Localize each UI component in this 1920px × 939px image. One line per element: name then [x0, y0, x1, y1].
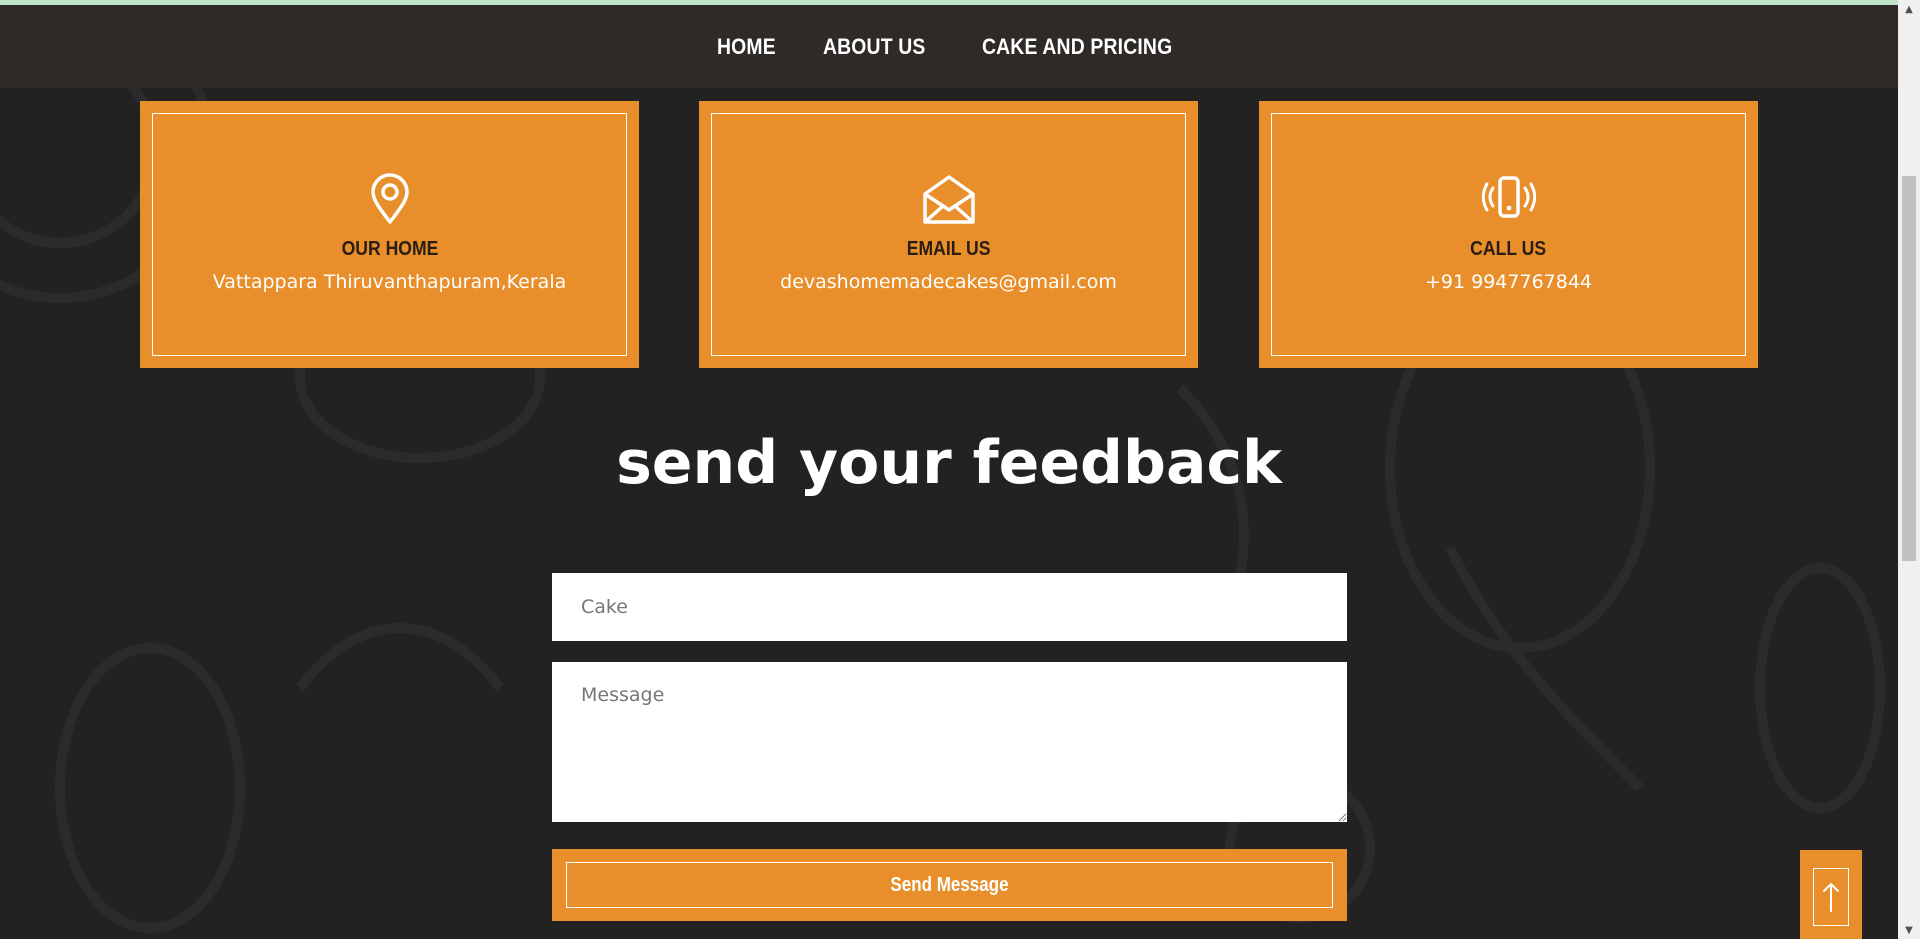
nav-home[interactable]: HOME: [717, 34, 776, 60]
cake-input[interactable]: [552, 573, 1347, 641]
card-title: EMAIL US: [906, 238, 991, 260]
send-message-label: Send Message: [890, 873, 1009, 896]
nav-about-us[interactable]: ABOUT US: [823, 34, 926, 60]
arrow-up-icon: [1823, 883, 1839, 912]
map-pin-icon: [370, 173, 409, 224]
envelope-open-icon: [922, 175, 975, 224]
card-title: OUR HOME: [341, 238, 438, 260]
main-navbar: HOME ABOUT US CAKE AND PRICING: [0, 5, 1898, 88]
contact-card-email: EMAIL US devashomemadecakes@gmail.com: [699, 101, 1198, 368]
phone-vibrate-icon: [1481, 176, 1536, 218]
vertical-scrollbar[interactable]: ▲ ▼: [1898, 0, 1920, 939]
card-email[interactable]: devashomemadecakes@gmail.com: [780, 271, 1117, 293]
contact-card-phone: CALL US +91 9947767844: [1259, 101, 1758, 368]
card-title: CALL US: [1470, 238, 1547, 260]
contact-card-home: OUR HOME Vattappara Thiruvanthapuram,Ker…: [140, 101, 639, 368]
feedback-heading: send your feedback: [616, 428, 1282, 498]
scroll-up-arrow[interactable]: ▲: [1898, 0, 1920, 18]
nav-cake-and-pricing[interactable]: CAKE AND PRICING: [981, 34, 1171, 60]
message-textarea[interactable]: [552, 662, 1347, 822]
card-address: Vattappara Thiruvanthapuram,Kerala: [212, 271, 567, 293]
scroll-thumb[interactable]: [1902, 176, 1916, 561]
send-message-button[interactable]: Send Message: [552, 849, 1347, 921]
scroll-down-arrow[interactable]: ▼: [1898, 921, 1920, 939]
scroll-to-top-button[interactable]: [1800, 850, 1862, 939]
card-phone[interactable]: +91 9947767844: [1425, 271, 1592, 293]
